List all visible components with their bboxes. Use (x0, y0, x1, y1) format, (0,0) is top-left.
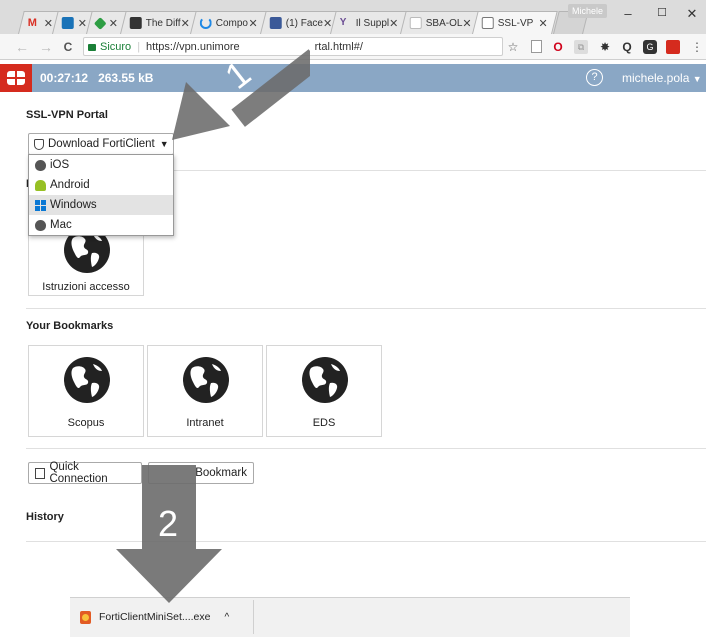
tile-label: Scopus (67, 417, 105, 429)
username: michele.pola (622, 71, 690, 85)
page-title: SSL-VPN Portal (26, 109, 108, 121)
dropdown-item-label: Android (50, 179, 90, 191)
external-link-icon (35, 467, 46, 479)
dropdown-item-ios[interactable]: iOS (29, 155, 173, 175)
dropdown-item-mac[interactable]: Mac (29, 215, 173, 235)
divider (26, 448, 706, 449)
apple-icon (35, 219, 46, 231)
drive-icon (93, 16, 107, 30)
history-section-title: History (26, 511, 64, 523)
zoom-icon[interactable]: Q (620, 40, 634, 54)
download-dropdown: iOS Android Windows Mac (28, 154, 174, 236)
lock-icon (88, 44, 96, 51)
maximize-button[interactable]: ☐ (654, 6, 670, 19)
gmail-icon: M (27, 17, 37, 29)
bookmark-tile-eds[interactable]: EDS (266, 345, 382, 437)
forward-button[interactable]: → (38, 38, 54, 56)
apple-icon (35, 159, 46, 171)
opera-icon[interactable]: O (551, 40, 565, 54)
tab-title: Il Suppl (355, 17, 390, 29)
globe-icon (64, 357, 110, 403)
windows-icon (35, 199, 46, 211)
browser-tab-suppl[interactable]: Y Il Suppl ✕ (330, 11, 408, 34)
extension-icon[interactable]: G (643, 40, 657, 54)
secure-label: Sicuro (100, 40, 132, 53)
dropdown-item-windows[interactable]: Windows (29, 195, 173, 215)
back-button[interactable]: ← (14, 38, 30, 56)
star-bookmark-icon[interactable]: ☆ (506, 40, 520, 54)
tab-close-icon[interactable]: ✕ (539, 17, 548, 30)
download-item[interactable]: FortiClientMiniSet....exe ^ (70, 600, 254, 634)
calendar-icon (61, 17, 74, 29)
url-text-tail: rtal.html#/ (314, 40, 363, 53)
tab-close-icon[interactable]: ✕ (462, 17, 471, 30)
rss-icon[interactable]: ⧉ (574, 40, 588, 54)
tab-title: SSL-VP (497, 17, 534, 29)
shield-icon (34, 138, 44, 150)
download-button-label: Download FortiClient (48, 138, 155, 150)
divider (26, 308, 706, 309)
bookmark-tile-scopus[interactable]: Scopus (28, 345, 144, 437)
omnibox-separator: | (137, 40, 141, 53)
minimize-button[interactable]: – (620, 6, 636, 21)
installer-file-icon (80, 610, 91, 624)
reload-button[interactable]: C (60, 38, 76, 56)
settings-extension-icon[interactable]: ✸ (598, 40, 612, 54)
fortigate-header: 00:27:12 263.55 kB ? michele.pola ▼ (0, 64, 706, 92)
fortinet-logo-icon[interactable] (0, 64, 32, 92)
download-filename: FortiClientMiniSet....exe (99, 611, 211, 623)
chevron-down-icon: ▼ (692, 74, 702, 84)
globe-icon (302, 357, 348, 403)
browser-tab-ssl-vpn[interactable]: SSL-VP ✕ (472, 11, 558, 34)
browser-tab-strip: M ✕ ✕ ✕ The Diff ✕ Compo ✕ (1) Face ✕ Y Il Su… (0, 0, 706, 34)
bookmark-tile-intranet[interactable]: Intranet (147, 345, 263, 437)
dropdown-item-label: iOS (50, 159, 70, 171)
dropdown-item-label: Mac (50, 219, 72, 231)
site-icon (129, 17, 142, 29)
tab-close-icon[interactable]: ✕ (389, 17, 398, 30)
dropdown-item-android[interactable]: Android (29, 175, 173, 195)
bookmarks-section-title: Your Bookmarks (26, 320, 114, 332)
tab-close-icon[interactable]: ✕ (109, 17, 118, 30)
close-window-button[interactable]: ✕ (684, 6, 700, 22)
profile-name[interactable]: Michele (568, 4, 608, 18)
chevron-up-icon[interactable]: ^ (224, 612, 229, 623)
traffic-counter: 263.55 kB (98, 71, 154, 85)
document-icon (409, 17, 422, 29)
browser-tab-sba-ol[interactable]: SBA-OL ✕ (400, 11, 480, 34)
tile-label: EDS (312, 417, 336, 429)
tile-label: Intranet (186, 417, 224, 429)
globe-icon (183, 357, 229, 403)
tab-close-icon[interactable]: ✕ (78, 17, 87, 30)
screenshot: M ✕ ✕ ✕ The Diff ✕ Compo ✕ (1) Face ✕ Y Il Su… (0, 0, 706, 641)
yahoo-icon: Y (339, 17, 347, 28)
help-icon[interactable]: ? (586, 69, 603, 86)
document-icon (481, 17, 494, 29)
browser-menu-icon[interactable]: ⋮ (690, 40, 704, 54)
divider (172, 170, 706, 171)
annotation-number-2: 2 (158, 503, 179, 544)
browser-toolbar: ← → C Sicuro | https://vpn.unimore rtal.… (0, 34, 706, 60)
page-icon[interactable] (531, 40, 542, 53)
android-icon (35, 179, 46, 191)
tile-label: Istruzioni accesso (42, 281, 130, 293)
session-info: 00:27:12 263.55 kB (40, 71, 153, 85)
user-menu[interactable]: michele.pola ▼ (622, 71, 702, 85)
session-time: 00:27:12 (40, 71, 89, 85)
download-forticlient-button[interactable]: Download FortiClient ▼ (28, 133, 174, 155)
forticlient-extension-icon[interactable] (666, 40, 680, 54)
tab-title: SBA-OL (425, 17, 463, 29)
tab-close-icon[interactable]: ✕ (44, 17, 53, 30)
dropdown-item-label: Windows (50, 199, 97, 211)
